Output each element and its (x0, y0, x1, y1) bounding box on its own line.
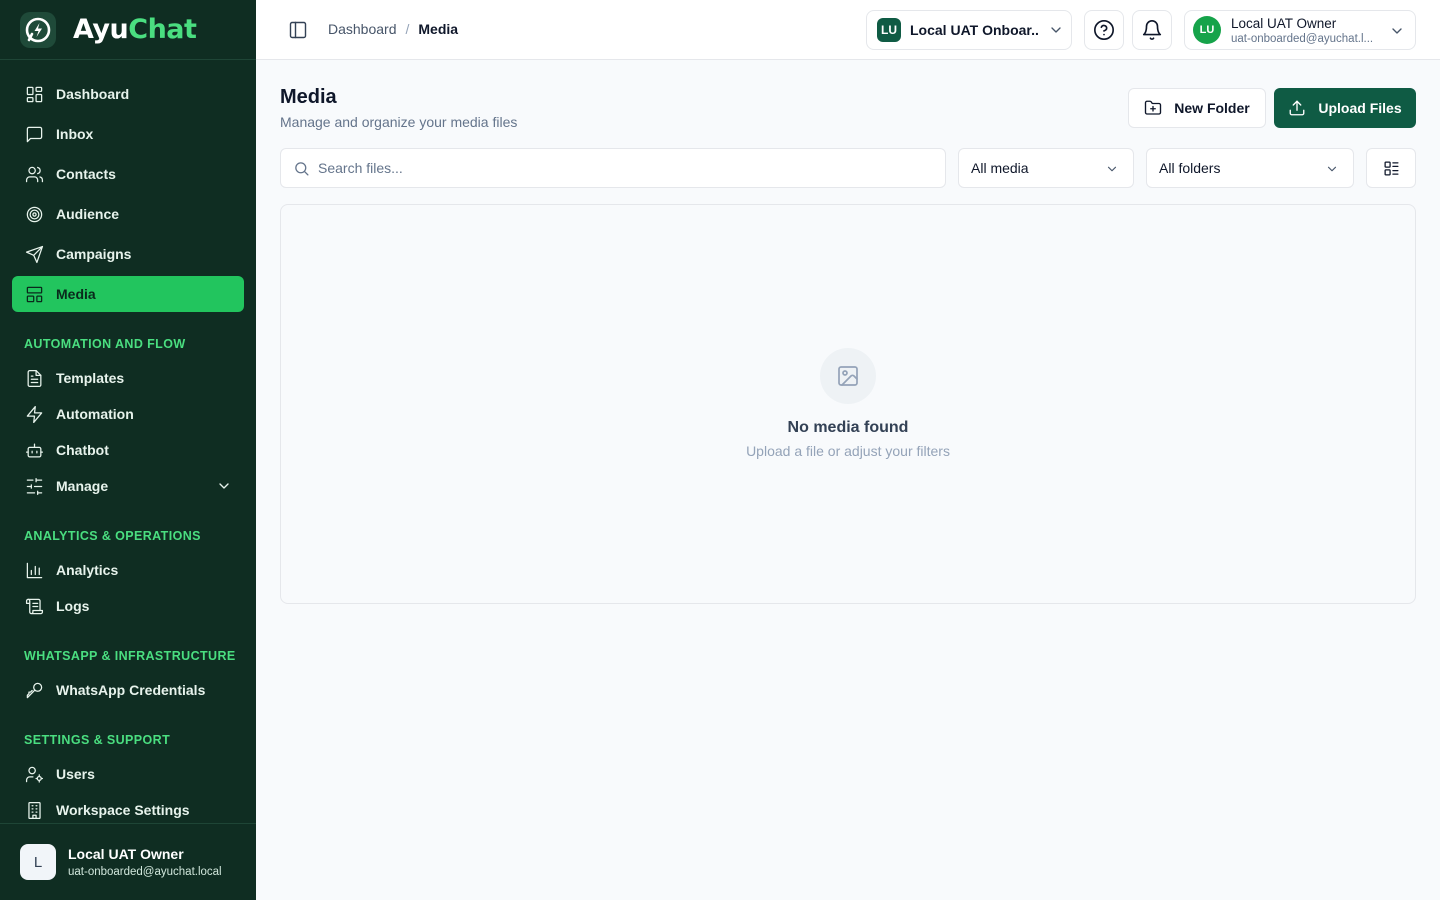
sidebar-item-manage[interactable]: Manage (12, 468, 244, 504)
sidebar-item-templates[interactable]: Templates (12, 360, 244, 396)
sidebar-item-label: Audience (56, 206, 120, 222)
grid-icon (24, 84, 44, 104)
sidebar-item-label: Manage (56, 478, 109, 494)
scroll-icon (24, 596, 44, 616)
sidebar-item-label: WhatsApp Credentials (56, 682, 206, 698)
sidebar-user-profile[interactable]: L Local UAT Owner uat-onboarded@ayuchat.… (0, 823, 256, 900)
avatar: L (20, 844, 56, 880)
key-icon (24, 680, 44, 700)
bell-icon (1141, 19, 1163, 41)
header-user-email: uat-onboarded@ayuchat.l... (1231, 32, 1374, 45)
target-icon (24, 204, 44, 224)
building-icon (24, 800, 44, 820)
media-grid-empty-state: No media found Upload a file or adjust y… (280, 204, 1416, 604)
media-type-filter-value: All media (971, 160, 1029, 176)
top-header: Dashboard / Media LU Local UAT Onboar...… (256, 0, 1440, 60)
notifications-button[interactable] (1132, 10, 1172, 50)
section-title-whatsapp: WHATSAPP & INFRASTRUCTURE (24, 649, 236, 663)
sidebar-item-campaigns[interactable]: Campaigns (12, 236, 244, 272)
users-icon (24, 164, 44, 184)
breadcrumb-dashboard[interactable]: Dashboard (328, 21, 397, 37)
brand[interactable]: AyuChat (0, 0, 256, 60)
new-folder-label: New Folder (1174, 100, 1250, 116)
section-title-analytics: ANALYTICS & OPERATIONS (24, 529, 201, 543)
footer-user-name: Local UAT Owner (68, 846, 184, 862)
bar-chart-icon (24, 560, 44, 580)
upload-files-button[interactable]: Upload Files (1274, 88, 1416, 128)
section-title-settings: SETTINGS & SUPPORT (24, 733, 171, 747)
chevron-down-icon (1389, 23, 1405, 39)
sidebar-item-automation[interactable]: Automation (12, 396, 244, 432)
sidebar-item-dashboard[interactable]: Dashboard (12, 76, 244, 112)
message-icon (24, 124, 44, 144)
avatar: LU (1193, 16, 1221, 44)
sidebar-item-label: Contacts (56, 166, 116, 182)
sidebar-toggle-icon[interactable] (288, 20, 308, 40)
sidebar-item-label: Campaigns (56, 246, 132, 262)
sidebar-item-whatsapp-credentials[interactable]: WhatsApp Credentials (12, 672, 244, 708)
workspace-selector[interactable]: LU Local UAT Onboar... (866, 10, 1072, 50)
sidebar-item-label: Templates (56, 370, 125, 386)
help-circle-icon (1093, 19, 1115, 41)
bot-icon (24, 440, 44, 460)
sidebar-item-inbox[interactable]: Inbox (12, 116, 244, 152)
sidebar-item-media[interactable]: Media (12, 276, 244, 312)
folder-filter[interactable]: All folders (1146, 148, 1354, 188)
send-icon (24, 244, 44, 264)
page-title: Media (280, 86, 337, 108)
view-toggle-button[interactable] (1366, 148, 1416, 188)
search-input[interactable] (318, 160, 918, 176)
workspace-label: Local UAT Onboar... (910, 22, 1038, 38)
sidebar-item-label: Logs (56, 598, 90, 614)
ayuchat-logo-icon (20, 11, 56, 48)
file-text-icon (24, 368, 44, 388)
sidebar-item-label: Media (56, 286, 96, 302)
empty-state-title: No media found (787, 419, 909, 436)
section-title-automation: AUTOMATION AND FLOW (24, 337, 186, 351)
zap-icon (24, 404, 44, 424)
sidebar-item-label: Inbox (56, 126, 94, 142)
upload-icon (1288, 99, 1306, 117)
help-button[interactable] (1084, 10, 1124, 50)
media-layout-icon (24, 284, 44, 304)
sidebar-item-users[interactable]: Users (12, 756, 244, 792)
sidebar-item-logs[interactable]: Logs (12, 588, 244, 624)
sidebar-item-contacts[interactable]: Contacts (12, 156, 244, 192)
search-icon (293, 160, 310, 177)
image-icon (820, 348, 876, 404)
sidebar-item-label: Workspace Settings (56, 802, 190, 818)
search-box (280, 148, 946, 188)
page-subtitle: Manage and organize your media files (280, 114, 518, 130)
chevron-down-icon (1105, 162, 1119, 179)
folder-plus-icon (1144, 99, 1162, 117)
breadcrumb-current: Media (418, 21, 459, 37)
sidebar-item-label: Analytics (56, 562, 119, 578)
upload-files-label: Upload Files (1318, 100, 1402, 116)
user-menu[interactable]: LU Local UAT Owner uat-onboarded@ayuchat… (1184, 10, 1416, 50)
sidebar-item-label: Chatbot (56, 442, 109, 458)
layout-list-icon (1383, 160, 1400, 177)
sidebar-item-label: Dashboard (56, 86, 130, 102)
chevron-down-icon (1325, 162, 1339, 179)
empty-state-subtitle: Upload a file or adjust your filters (746, 443, 950, 459)
sidebar: AyuChat Dashboard Inbox Contacts Audienc… (0, 0, 256, 900)
sidebar-item-analytics[interactable]: Analytics (12, 552, 244, 588)
header-user-name: Local UAT Owner (1231, 15, 1337, 31)
new-folder-button[interactable]: New Folder (1128, 88, 1266, 128)
breadcrumb: Dashboard / Media (328, 21, 458, 37)
user-cog-icon (24, 764, 44, 784)
sidebar-item-audience[interactable]: Audience (12, 196, 244, 232)
folder-filter-value: All folders (1159, 160, 1221, 176)
sidebar-item-label: Users (56, 766, 95, 782)
footer-user-email: uat-onboarded@ayuchat.local (68, 866, 222, 878)
brand-name: AyuChat (73, 14, 197, 45)
chevron-down-icon[interactable] (216, 478, 232, 497)
sliders-icon (24, 476, 44, 496)
chevron-down-icon (1048, 22, 1064, 38)
breadcrumb-separator: / (405, 21, 410, 37)
workspace-badge: LU (877, 18, 901, 42)
sidebar-item-label: Automation (56, 406, 134, 422)
sidebar-item-chatbot[interactable]: Chatbot (12, 432, 244, 468)
media-type-filter[interactable]: All media (958, 148, 1134, 188)
